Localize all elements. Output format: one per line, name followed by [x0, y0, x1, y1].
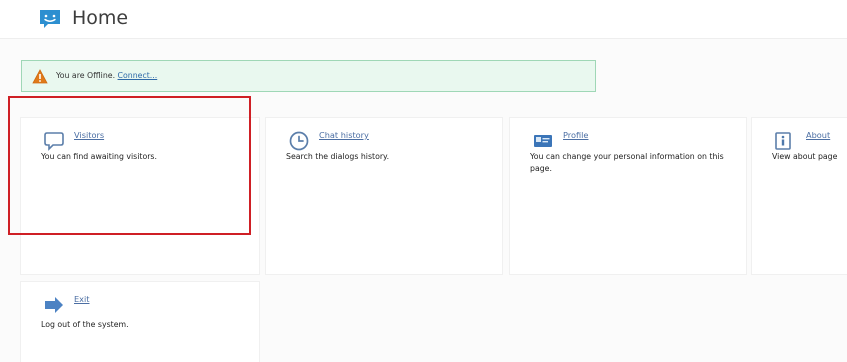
profile-tile[interactable]: Profile You can change your personal inf… [509, 117, 747, 275]
exit-link[interactable]: Exit [74, 293, 90, 305]
home-page: Home You are Offline. Connect... Visitor… [0, 0, 847, 362]
exit-description: Log out of the system. [41, 320, 129, 329]
about-link[interactable]: About [806, 129, 830, 141]
arrow-right-icon [43, 294, 65, 316]
chat-history-link[interactable]: Chat history [319, 129, 369, 141]
home-tiles: Visitors You can find awaiting visitors.… [0, 0, 847, 362]
exit-tile[interactable]: Exit Log out of the system. [20, 281, 260, 362]
about-description: View about page [772, 152, 838, 161]
profile-description: You can change your personal information… [530, 152, 724, 173]
clock-icon [288, 130, 310, 152]
visitors-description: You can find awaiting visitors. [41, 152, 157, 161]
chat-history-tile[interactable]: Chat history Search the dialogs history. [265, 117, 503, 275]
info-icon [772, 130, 794, 152]
about-tile[interactable]: About View about page [751, 117, 847, 275]
chat-history-description: Search the dialogs history. [286, 152, 390, 161]
visitors-link[interactable]: Visitors [74, 129, 104, 141]
profile-link[interactable]: Profile [563, 129, 588, 141]
visitors-tile[interactable]: Visitors You can find awaiting visitors. [20, 117, 260, 275]
profile-card-icon [532, 130, 554, 152]
speech-bubble-icon [43, 130, 65, 152]
